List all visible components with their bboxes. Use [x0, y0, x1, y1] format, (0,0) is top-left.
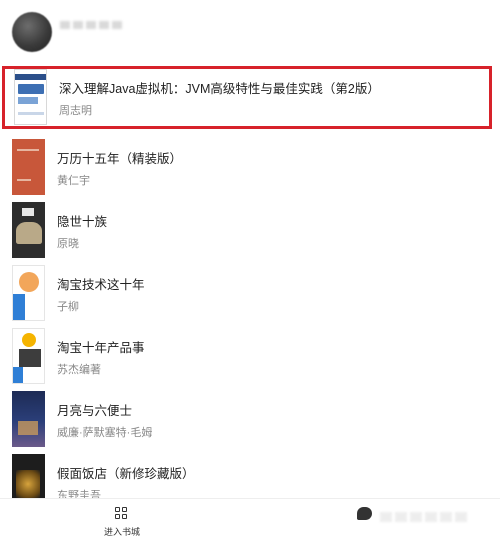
book-cover: [12, 328, 45, 384]
book-item-moon-sixpence[interactable]: 月亮与六便士 威廉·萨默塞特·毛姆: [0, 388, 500, 451]
account-header: [0, 0, 500, 62]
book-item-yinshi[interactable]: 隐世十族 原晓: [0, 199, 500, 262]
bottom-bar: 进入书城: [0, 498, 500, 540]
book-item-java-vm[interactable]: 深入理解Java虚拟机：JVM高级特性与最佳实践（第2版） 周志明: [2, 66, 492, 129]
enter-bookstore-button[interactable]: 进入书城: [100, 505, 144, 539]
book-title: 万历十五年（精装版）: [57, 152, 183, 166]
book-author: 苏杰编著: [57, 364, 101, 376]
book-item-taobao-product[interactable]: 淘宝十年产品事 苏杰编著: [0, 325, 500, 388]
book-author: 周志明: [59, 105, 92, 117]
avatar[interactable]: [12, 12, 52, 52]
book-author: 威廉·萨默塞特·毛姆: [57, 427, 153, 439]
book-title: 隐世十族: [57, 215, 108, 229]
bookstore-label: 进入书城: [103, 527, 140, 537]
book-author: 原晓: [57, 238, 79, 250]
book-cover: [12, 202, 45, 258]
book-cover: [12, 391, 45, 447]
chat-bubble-icon[interactable]: [357, 507, 372, 520]
book-item-taobao-tech[interactable]: 淘宝技术这十年 子柳: [0, 262, 500, 325]
book-author: 子柳: [57, 301, 79, 313]
book-title: 深入理解Java虚拟机：JVM高级特性与最佳实践（第2版）: [59, 82, 380, 96]
book-cover: [12, 265, 45, 321]
book-title: 月亮与六便士: [57, 404, 133, 418]
watermark: [380, 509, 480, 523]
book-cover: [12, 139, 45, 195]
grid-icon: [115, 507, 128, 520]
book-item-wanli[interactable]: 万历十五年（精装版） 黄仁宇: [0, 136, 500, 199]
book-cover: [14, 69, 47, 125]
username-blurred: [60, 16, 130, 29]
book-title: 淘宝技术这十年: [57, 278, 145, 292]
book-title: 假面饭店（新修珍藏版）: [57, 467, 195, 481]
book-title: 淘宝十年产品事: [57, 341, 145, 355]
book-author: 黄仁宇: [57, 175, 90, 187]
